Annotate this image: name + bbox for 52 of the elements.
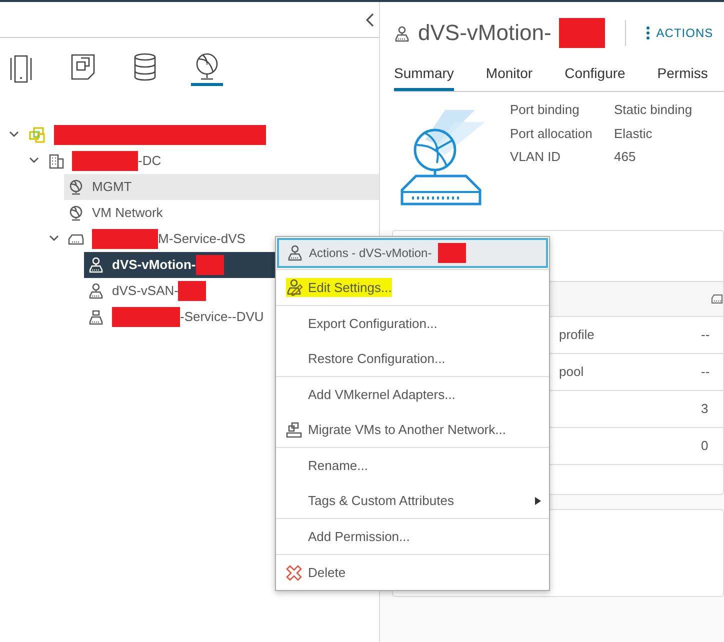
property-label: Port allocation — [510, 124, 594, 142]
menu-item[interactable]: Tags & Custom Attributes — [276, 483, 549, 518]
inventory-tab[interactable] — [191, 52, 223, 86]
globe-icon — [68, 205, 84, 221]
portgroup-icon — [88, 283, 104, 299]
menu-item[interactable]: Export Configuration... — [276, 306, 549, 341]
object-title: dVS-vMotion- — [418, 19, 552, 47]
database-icon — [133, 52, 157, 82]
menu-item[interactable]: Edit Settings... — [276, 270, 549, 305]
row-value: 3 — [701, 401, 708, 416]
object-tab[interactable]: Monitor — [486, 61, 533, 91]
property-value: Static binding — [614, 101, 692, 119]
tree-item[interactable]: -DC — [44, 148, 379, 174]
more-icon — [646, 26, 650, 40]
building-icon — [48, 153, 64, 169]
property-label: Port binding — [510, 101, 580, 119]
text-highlight: Edit Settings... — [286, 278, 392, 298]
portgroup-icon — [394, 26, 410, 42]
row-value: 0 — [701, 438, 708, 454]
portgroup-icon — [287, 245, 303, 261]
vms-icon — [69, 52, 97, 82]
menu-item[interactable]: Migrate VMs to Another Network... — [276, 412, 549, 447]
redaction-mark — [559, 18, 606, 48]
submenu-arrow-icon — [535, 496, 541, 504]
tree-item[interactable]: MGMT — [64, 174, 379, 200]
row-label: pool — [559, 364, 584, 380]
property-value: 465 — [614, 148, 637, 166]
menu-item[interactable]: Delete — [276, 555, 549, 590]
menu-item[interactable]: Add Permission... — [276, 519, 549, 554]
property-label: VLAN ID — [510, 148, 562, 166]
collapse-icon[interactable] — [365, 12, 375, 26]
object-tab[interactable]: Permiss — [657, 61, 708, 91]
menu-item[interactable]: Add VMkernel Adapters... — [276, 377, 549, 412]
row-value: -- — [701, 364, 710, 380]
edit-settings-icon — [286, 279, 303, 296]
property-value: Elastic — [614, 124, 654, 142]
actions-button[interactable]: ACTIONS — [646, 24, 714, 42]
row-label: profile — [559, 327, 594, 342]
switch-icon — [711, 293, 723, 305]
row-value: -- — [701, 327, 710, 342]
delete-icon — [286, 564, 302, 580]
portgroup-icon — [88, 257, 104, 273]
migrate-icon — [286, 422, 302, 438]
uplink-icon — [88, 309, 104, 325]
globe-icon — [68, 179, 84, 195]
menu-item[interactable]: Restore Configuration... — [276, 341, 549, 376]
menu-item[interactable]: Rename... — [276, 448, 549, 483]
tree-item[interactable]: VM Network — [64, 200, 379, 226]
redaction-mark — [438, 243, 466, 263]
object-tab[interactable]: Configure — [564, 61, 626, 91]
menu-header: Actions - dVS-vMotion- — [277, 238, 548, 268]
vcenter-icon — [28, 126, 46, 144]
